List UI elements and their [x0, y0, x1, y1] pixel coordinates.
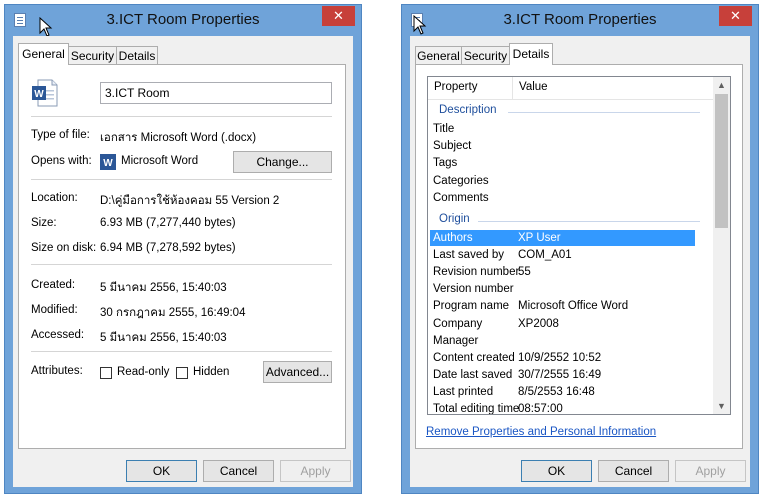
- svg-text:W: W: [34, 89, 44, 100]
- property-value[interactable]: 55: [518, 266, 531, 278]
- created-label: Created:: [31, 279, 76, 291]
- scroll-down-icon[interactable]: ▼: [717, 402, 726, 411]
- tab-security[interactable]: Security: [461, 46, 510, 64]
- property-name[interactable]: Subject: [433, 140, 471, 152]
- type-value: เอกสาร Microsoft Word (.docx): [100, 132, 257, 144]
- property-name[interactable]: Program name: [433, 300, 509, 312]
- apply-button[interactable]: Apply: [280, 460, 351, 482]
- separator: [31, 264, 332, 265]
- scroll-up-icon[interactable]: ▲: [717, 81, 726, 90]
- vertical-scrollbar[interactable]: ▲ ▼: [713, 77, 730, 414]
- property-name[interactable]: Version number: [433, 283, 514, 295]
- title-bar[interactable]: 3.ICT Room Properties ✕: [402, 5, 758, 35]
- window-title: 3.ICT Room Properties: [503, 11, 657, 28]
- title-bar[interactable]: 3.ICT Room Properties ✕: [5, 5, 361, 37]
- dialog-client: General Security Details Property Value …: [410, 36, 750, 487]
- property-name[interactable]: Title: [433, 123, 454, 135]
- opens-with-label: Opens with:: [31, 155, 92, 167]
- property-name[interactable]: Last saved by: [433, 249, 504, 261]
- svg-text:W: W: [103, 158, 113, 169]
- property-name[interactable]: Comments: [433, 192, 489, 204]
- word-app-icon: W: [100, 154, 116, 170]
- property-name[interactable]: Company: [433, 318, 482, 330]
- ok-button[interactable]: OK: [521, 460, 592, 482]
- property-name[interactable]: Content created: [433, 352, 515, 364]
- group-header-description[interactable]: Description: [439, 104, 497, 116]
- file-name-input[interactable]: 3.ICT Room: [100, 82, 332, 104]
- property-value[interactable]: COM_A01: [518, 249, 572, 261]
- property-list[interactable]: Property Value Description Title Subject T…: [427, 76, 731, 415]
- column-header-property[interactable]: Property: [434, 81, 477, 93]
- separator: [31, 179, 332, 180]
- property-name[interactable]: Authors: [433, 232, 473, 244]
- property-value[interactable]: XP User: [518, 232, 561, 244]
- created-value: 5 มีนาคม 2556, 15:40:03: [100, 282, 227, 294]
- hidden-label: Hidden: [193, 366, 230, 378]
- window-title: 3.ICT Room Properties: [106, 11, 260, 28]
- readonly-checkbox[interactable]: [100, 367, 112, 379]
- ok-button[interactable]: OK: [126, 460, 197, 482]
- property-name[interactable]: Manager: [433, 335, 478, 347]
- property-value[interactable]: 08:57:00: [518, 403, 563, 414]
- column-header-value[interactable]: Value: [519, 81, 548, 93]
- readonly-label: Read-only: [117, 366, 170, 378]
- attributes-label: Attributes:: [31, 365, 83, 377]
- type-label: Type of file:: [31, 129, 90, 141]
- group-line: [508, 112, 700, 113]
- remove-properties-link[interactable]: Remove Properties and Personal Informati…: [426, 426, 656, 438]
- general-properties-window: 3.ICT Room Properties ✕ General Security…: [4, 4, 362, 494]
- group-header-origin[interactable]: Origin: [439, 213, 470, 225]
- size-value: 6.93 MB (7,277,440 bytes): [100, 217, 236, 229]
- property-name[interactable]: Total editing time: [433, 403, 519, 414]
- apply-button[interactable]: Apply: [675, 460, 746, 482]
- tab-general[interactable]: General: [415, 46, 462, 64]
- close-button[interactable]: ✕: [322, 6, 355, 26]
- tab-details[interactable]: Details: [116, 46, 158, 64]
- modified-value: 30 กรกฎาคม 2555, 16:49:04: [100, 307, 246, 319]
- hidden-checkbox[interactable]: [176, 367, 188, 379]
- accessed-value: 5 มีนาคม 2556, 15:40:03: [100, 332, 227, 344]
- property-value[interactable]: XP2008: [518, 318, 559, 330]
- property-value[interactable]: 8/5/2553 16:48: [518, 386, 595, 398]
- location-label: Location:: [31, 192, 78, 204]
- advanced-button[interactable]: Advanced...: [263, 361, 332, 383]
- property-name[interactable]: Categories: [433, 175, 489, 187]
- close-button[interactable]: ✕: [719, 6, 752, 26]
- tab-details[interactable]: Details: [509, 43, 553, 65]
- property-value[interactable]: 30/7/2555 16:49: [518, 369, 601, 381]
- group-line: [478, 221, 700, 222]
- property-name[interactable]: Revision number: [433, 266, 519, 278]
- size-on-disk-value: 6.94 MB (7,278,592 bytes): [100, 242, 236, 254]
- change-button[interactable]: Change...: [233, 151, 332, 173]
- location-value: D:\คู่มือการใช้ห้องคอม 55 Version 2: [100, 195, 280, 207]
- cancel-button[interactable]: Cancel: [598, 460, 669, 482]
- tab-security[interactable]: Security: [68, 46, 117, 64]
- column-divider[interactable]: [512, 77, 513, 99]
- separator: [31, 116, 332, 117]
- tab-general[interactable]: General: [18, 43, 69, 65]
- details-properties-window: 3.ICT Room Properties ✕ General Security…: [401, 4, 759, 494]
- accessed-label: Accessed:: [31, 329, 85, 341]
- opens-with-value: Microsoft Word: [121, 155, 199, 167]
- property-value[interactable]: 10/9/2552 10:52: [518, 352, 601, 364]
- property-name[interactable]: Last printed: [433, 386, 493, 398]
- scrollbar-thumb[interactable]: [715, 94, 728, 228]
- general-tab-panel: W 3.ICT Room Type of file: เอกสาร Micros…: [18, 64, 346, 449]
- separator: [31, 351, 332, 352]
- list-header: Property Value: [428, 77, 714, 100]
- dialog-client: General Security Details W 3.ICT Room Ty…: [13, 36, 353, 487]
- details-tab-panel: Property Value Description Title Subject T…: [415, 64, 743, 449]
- property-name[interactable]: Tags: [433, 157, 457, 169]
- property-value[interactable]: Microsoft Office Word: [518, 300, 628, 312]
- size-label: Size:: [31, 217, 57, 229]
- modified-label: Modified:: [31, 304, 78, 316]
- size-on-disk-label: Size on disk:: [31, 242, 97, 254]
- cancel-button[interactable]: Cancel: [203, 460, 274, 482]
- word-document-icon: W: [30, 78, 60, 108]
- property-name[interactable]: Date last saved: [433, 369, 512, 381]
